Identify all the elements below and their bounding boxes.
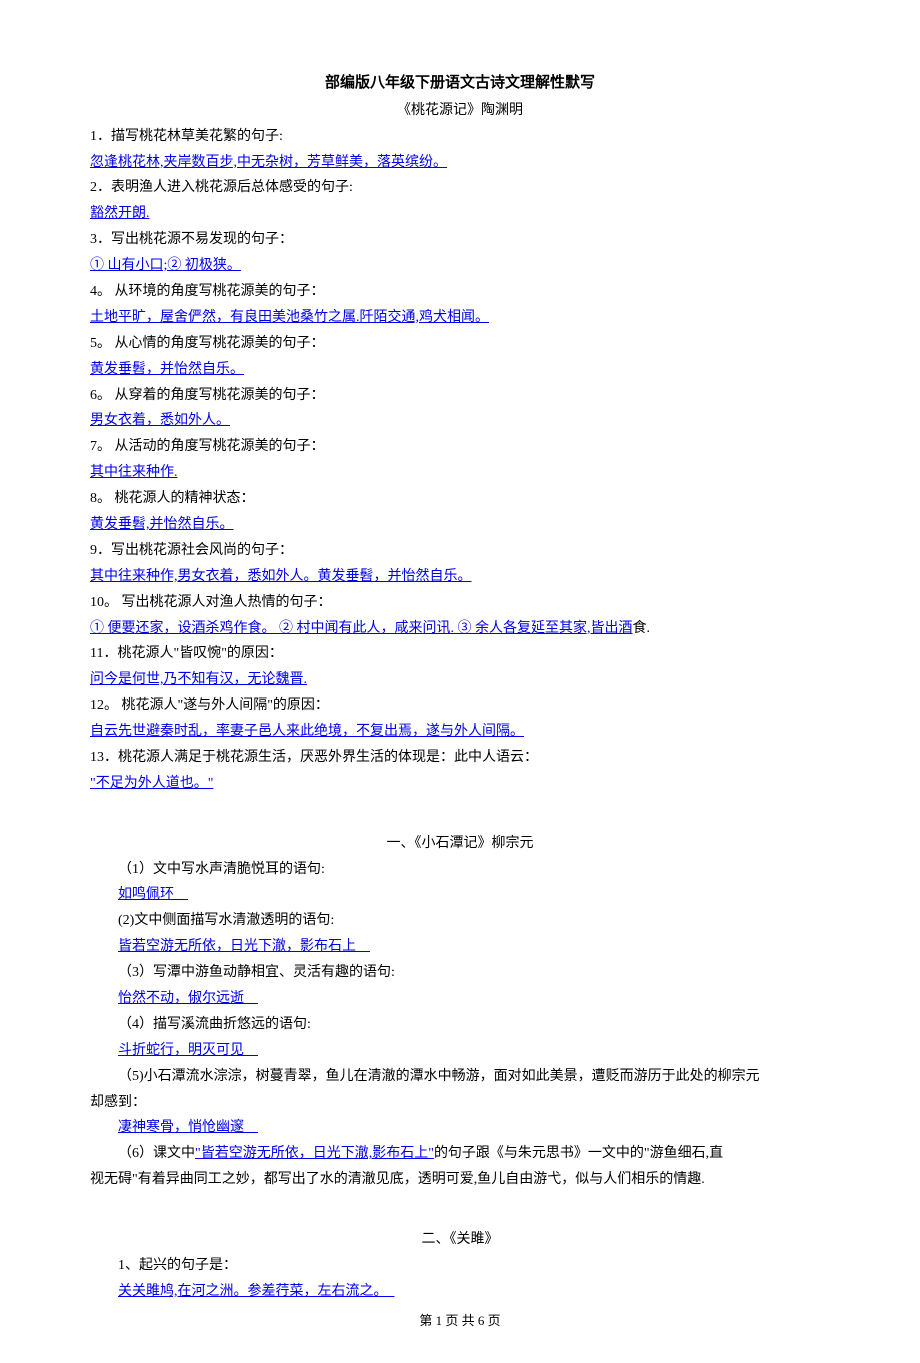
answer-8: 黄发垂髫,并怡然自乐。 <box>90 517 234 532</box>
s1-answer-6: "皆若空游无所依，日光下澈,影布石上" <box>195 1146 434 1161</box>
s1-question-6a: （6）课文中 <box>118 1146 195 1161</box>
s1-answer-3: 怡然不动，俶尔远逝 <box>118 991 258 1006</box>
question-7: 7。 从活动的角度写桃花源美的句子： <box>90 434 830 460</box>
s1-question-6b: 的句子跟《与朱元思书》一文中的"游鱼细石,直 <box>434 1146 723 1161</box>
question-3: 3．写出桃花源不易发现的句子： <box>90 227 830 253</box>
question-10: 10。 写出桃花源人对渔人热情的句子： <box>90 590 830 616</box>
document-title: 部编版八年级下册语文古诗文理解性默写 <box>90 70 830 98</box>
answer-1: 忽逢桃花林,夹岸数百步,中无杂树，芳草鲜美，落英缤纷。 <box>90 155 447 170</box>
s1-answer-4: 斗折蛇行，明灭可见 <box>118 1043 258 1058</box>
answer-11: 问今是何世,乃不知有汉，无论魏晋. <box>90 672 307 687</box>
s1-question-6c: 视无碍"有着异曲同工之妙，都写出了水的清澈见底，透明可爱,鱼儿自由游弋，似与人们… <box>90 1167 830 1193</box>
question-8: 8。 桃花源人的精神状态： <box>90 486 830 512</box>
s2-question-1: 1、起兴的句子是： <box>118 1253 830 1279</box>
answer-3: ① 山有小口;② 初极狭。 <box>90 258 241 273</box>
answer-12: 自云先世避秦时乱，率妻子邑人来此绝境，不复出焉，遂与外人间隔。 <box>90 724 524 739</box>
question-6: 6。 从穿着的角度写桃花源美的句子： <box>90 383 830 409</box>
question-12: 12。 桃花源人"遂与外人间隔"的原因： <box>90 693 830 719</box>
poem-subtitle: 《桃花源记》陶渊明 <box>90 98 830 124</box>
question-1: 1．描写桃花林草美花繁的句子: <box>90 124 830 150</box>
section-1-title: 一、《小石潭记》柳宗元 <box>90 831 830 857</box>
s1-question-4: （4）描写溪流曲折悠远的语句: <box>118 1012 830 1038</box>
answer-10a: ① 便要还家，设酒杀鸡作食。 ② 村中闻有此人，咸来问讯. ③ 余人各复延至其家… <box>90 621 633 636</box>
question-2: 2．表明渔人进入桃花源后总体感受的句子: <box>90 175 830 201</box>
s1-answer-1: 如鸣佩环 <box>118 887 188 902</box>
page-footer: 第 1 页 共 6 页 <box>90 1309 830 1333</box>
answer-5: 黄发垂髫，并怡然自乐。 <box>90 362 244 377</box>
question-9: 9．写出桃花源社会风尚的句子： <box>90 538 830 564</box>
answer-6: 男女衣着，悉如外人。 <box>90 413 230 428</box>
s1-question-1: （1）文中写水声清脆悦耳的语句: <box>118 857 830 883</box>
answer-2: 豁然开朗. <box>90 206 150 221</box>
section-2-title: 二、《关雎》 <box>90 1227 830 1253</box>
s1-question-5a: （5)小石潭流水淙淙，树蔓青翠，鱼儿在清澈的潭水中畅游，面对如此美景，遭贬而游历… <box>118 1064 830 1090</box>
question-4: 4。 从环境的角度写桃花源美的句子： <box>90 279 830 305</box>
question-13: 13．桃花源人满足于桃花源生活，厌恶外界生活的体现是：此中人语云： <box>90 745 830 771</box>
answer-9: 其中往来种作,男女衣着，悉如外人。黄发垂髫，并怡然自乐。 <box>90 569 472 584</box>
s1-answer-2: 皆若空游无所依，日光下澈，影布石上 <box>118 939 370 954</box>
answer-10b: 食. <box>633 621 651 636</box>
answer-4: 土地平旷，屋舍俨然，有良田美池桑竹之属.阡陌交通,鸡犬相闻。 <box>90 310 489 325</box>
s1-question-2: (2)文中侧面描写水清澈透明的语句: <box>118 908 830 934</box>
s1-answer-5: 凄神寒骨，悄怆幽邃 <box>118 1120 258 1135</box>
answer-13: "不足为外人道也。" <box>90 776 213 791</box>
s1-question-5b: 却感到： <box>90 1090 830 1116</box>
s2-answer-1: 关关雎鸠,在河之洲。参差荇菜，左右流之。 <box>118 1284 395 1299</box>
answer-7: 其中往来种作. <box>90 465 178 480</box>
question-11: 11．桃花源人"皆叹惋"的原因： <box>90 641 830 667</box>
s1-question-3: （3）写潭中游鱼动静相宜、灵活有趣的语句: <box>118 960 830 986</box>
question-5: 5。 从心情的角度写桃花源美的句子： <box>90 331 830 357</box>
